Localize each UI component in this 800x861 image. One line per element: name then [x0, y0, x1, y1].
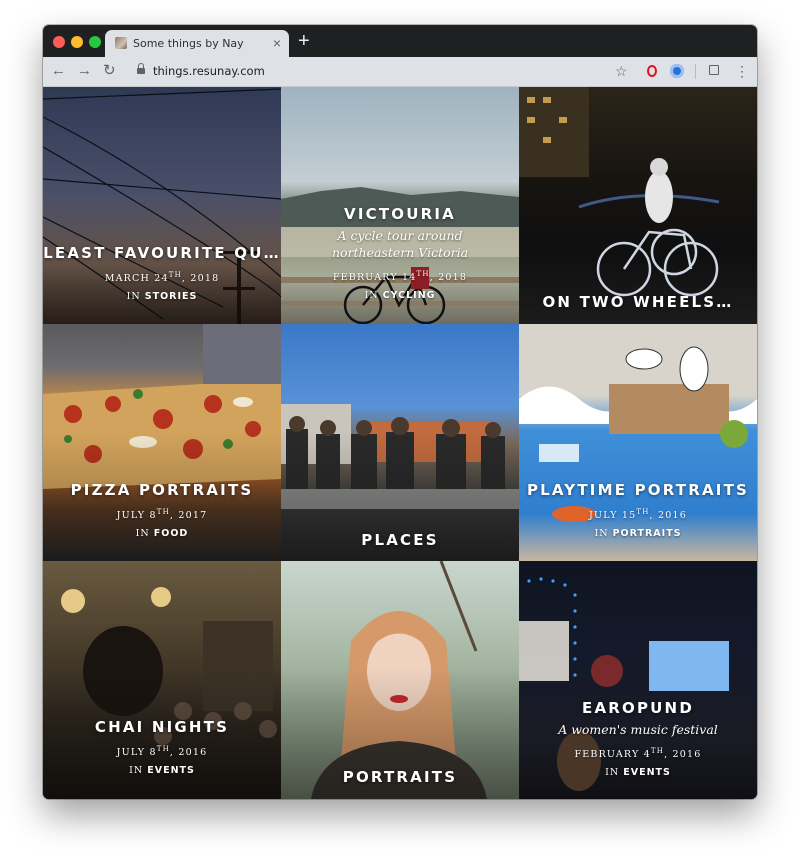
browser-window: Some things by Nay × + ← → ↻ things.resu… — [43, 25, 757, 799]
post-title: LEAST FAVOURITE QU… — [43, 244, 281, 262]
site-favicon-icon — [115, 37, 127, 49]
post-caption: VICTOURIA A cycle tour around northeaste… — [281, 205, 519, 301]
reload-icon[interactable]: ↻ — [103, 62, 116, 80]
post-tile-chai-nights[interactable]: CHAI NIGHTS JULY 8TH, 2016 IN EVENTS — [43, 561, 281, 799]
post-category: IN CYCLING — [364, 290, 436, 302]
post-title: PLAYTIME PORTRAITS — [526, 481, 750, 499]
post-tile-portraits[interactable]: PORTRAITS — [281, 561, 519, 799]
post-caption: LEAST FAVOURITE QU… MARCH 24TH, 2018 IN … — [43, 244, 281, 302]
post-caption: EAROPUND A women's music festival FEBRUA… — [519, 699, 757, 778]
post-tile-victouria[interactable]: VICTOURIA A cycle tour around northeaste… — [281, 87, 519, 324]
new-tab-button[interactable]: + — [298, 30, 310, 52]
night-cyclists-photo — [519, 87, 720, 297]
post-title: VICTOURIA — [344, 205, 456, 223]
post-category: IN PORTRAITS — [594, 528, 682, 540]
post-caption: PLACES — [281, 531, 519, 549]
back-arrow-icon[interactable]: ← — [51, 62, 66, 80]
post-title: CHAI NIGHTS — [94, 718, 230, 736]
browser-toolbar: ← → ↻ things.resunay.com ☆ ⋮ — [43, 57, 757, 87]
post-subtitle: A women's music festival — [558, 722, 718, 737]
tab-title: Some things by Nay — [133, 37, 244, 50]
window-close-button[interactable] — [53, 36, 65, 48]
post-tile-pizza-portraits[interactable]: PIZZA PORTRAITS JULY 8TH, 2017 IN FOOD — [43, 324, 281, 561]
post-title: EAROPUND — [582, 699, 694, 717]
post-category: IN FOOD — [135, 528, 189, 540]
post-caption: PLAYTIME PORTRAITS JULY 15TH, 2016 IN PO… — [519, 481, 757, 539]
post-category: IN EVENTS — [605, 767, 671, 779]
post-caption: PIZZA PORTRAITS JULY 8TH, 2017 IN FOOD — [43, 481, 281, 539]
post-title: PIZZA PORTRAITS — [70, 481, 254, 499]
post-tile-on-two-wheels[interactable]: ON TWO WHEELS… — [519, 87, 757, 324]
window-maximize-button[interactable] — [89, 36, 101, 48]
window-minimize-button[interactable] — [71, 36, 83, 48]
post-tile-places[interactable]: PLACES — [281, 324, 519, 561]
post-date: MARCH 24TH, 2018 — [104, 271, 220, 285]
lock-icon[interactable] — [137, 63, 145, 75]
post-date: FEBRUARY 4TH, 2016 — [574, 747, 702, 761]
post-tile-playtime-portraits[interactable]: PLAYTIME PORTRAITS JULY 15TH, 2016 IN PO… — [519, 324, 757, 561]
post-caption: ON TWO WHEELS… — [519, 293, 757, 311]
post-date: FEBRUARY 14TH, 2018 — [332, 270, 468, 284]
address-bar[interactable]: things.resunay.com — [153, 64, 265, 78]
post-category: IN EVENTS — [129, 765, 195, 777]
post-grid: LEAST FAVOURITE QU… MARCH 24TH, 2018 IN … — [43, 87, 757, 799]
post-date: JULY 8TH, 2017 — [116, 508, 208, 522]
browser-menu-icon[interactable]: ⋮ — [735, 62, 749, 80]
cast-extension-icon[interactable] — [709, 65, 719, 75]
post-title: PLACES — [361, 531, 439, 549]
bookmark-star-icon[interactable]: ☆ — [615, 62, 628, 80]
post-title: PORTRAITS — [342, 768, 458, 786]
post-title: ON TWO WHEELS… — [542, 293, 734, 311]
blue-extension-icon[interactable] — [670, 64, 684, 78]
post-category: IN STORIES — [126, 291, 198, 303]
post-caption: CHAI NIGHTS JULY 8TH, 2016 IN EVENTS — [43, 718, 281, 776]
post-tile-least-favourite[interactable]: LEAST FAVOURITE QU… MARCH 24TH, 2018 IN … — [43, 87, 281, 324]
page-content: LEAST FAVOURITE QU… MARCH 24TH, 2018 IN … — [43, 87, 757, 799]
post-caption: PORTRAITS — [281, 768, 519, 786]
post-date: JULY 15TH, 2016 — [589, 508, 687, 522]
post-tile-earopund[interactable]: EAROPUND A women's music festival FEBRUA… — [519, 561, 757, 799]
toolbar-divider — [695, 64, 696, 79]
post-date: JULY 8TH, 2016 — [116, 745, 208, 759]
opera-extension-icon[interactable] — [647, 65, 657, 77]
browser-tab[interactable]: Some things by Nay × — [105, 30, 289, 57]
forward-arrow-icon[interactable]: → — [77, 62, 92, 80]
tab-strip: Some things by Nay × + — [43, 25, 757, 57]
tab-close-icon[interactable]: × — [273, 34, 281, 52]
post-subtitle: A cycle tour around northeastern Victori… — [331, 228, 469, 260]
